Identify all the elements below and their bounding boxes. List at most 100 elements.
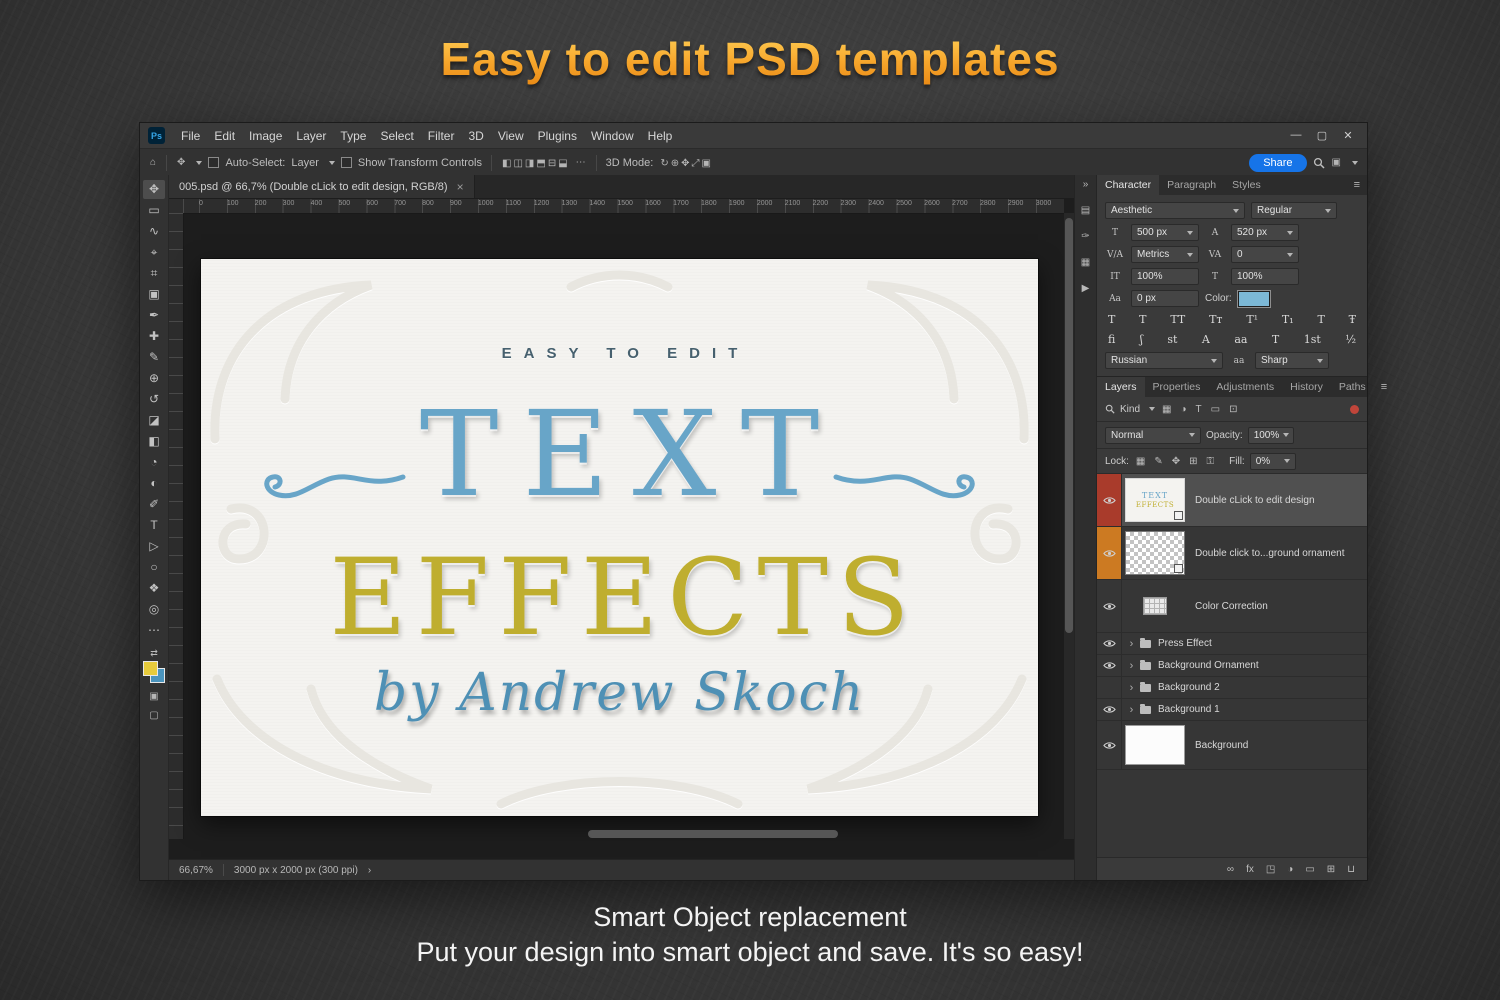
menu-window[interactable]: Window xyxy=(584,129,641,143)
blend-mode-select[interactable]: Normal xyxy=(1105,427,1201,444)
home-icon[interactable]: ⌂ xyxy=(149,157,157,168)
align-icon[interactable]: ⬓ xyxy=(557,158,568,169)
pen-tool[interactable]: ✐ xyxy=(143,495,165,514)
lock-transparent-icon[interactable]: ▦ xyxy=(1134,456,1147,467)
menu-image[interactable]: Image xyxy=(242,129,289,143)
workspace-icon[interactable]: ▣ xyxy=(1331,157,1342,168)
filter-toggle[interactable] xyxy=(1350,405,1359,414)
language-select[interactable]: Russian xyxy=(1105,352,1223,369)
lock-artboard-icon[interactable]: ⊞ xyxy=(1187,456,1199,467)
minimize-button[interactable]: — xyxy=(1283,129,1309,142)
menu-type[interactable]: Type xyxy=(333,129,373,143)
layer-name[interactable]: Background 1 xyxy=(1158,704,1220,715)
brush-tool[interactable]: ✎ xyxy=(143,348,165,367)
object-selection-tool[interactable]: ⌖ xyxy=(143,243,165,262)
layer-row-background[interactable]: Background xyxy=(1097,721,1367,770)
panel-strip-icon-4[interactable]: ▶ xyxy=(1082,283,1090,294)
filter-adjustment-layers-icon[interactable]: ◑ xyxy=(1178,404,1188,415)
share-button[interactable]: Share xyxy=(1249,154,1306,172)
layer-name[interactable]: Press Effect xyxy=(1158,638,1212,649)
horizontal-scrollbar[interactable] xyxy=(183,829,1064,839)
ligature-icon[interactable]: st xyxy=(1166,333,1178,346)
tab-layers[interactable]: Layers xyxy=(1097,377,1145,397)
layer-row-edit-design[interactable]: TEXT EFFECTS Double cLick to edit design xyxy=(1097,474,1367,527)
tab-paragraph[interactable]: Paragraph xyxy=(1159,175,1224,195)
auto-select-value[interactable]: Layer xyxy=(291,157,319,169)
ligature-icon[interactable]: 1st xyxy=(1303,333,1322,346)
tab-history[interactable]: History xyxy=(1282,377,1331,397)
layer-style-fx-icon[interactable]: fx xyxy=(1246,864,1254,875)
tab-properties[interactable]: Properties xyxy=(1145,377,1209,397)
healing-brush-tool[interactable]: ✚ xyxy=(143,327,165,346)
link-layers-icon[interactable]: ∞ xyxy=(1227,864,1234,875)
frame-tool[interactable]: ▣ xyxy=(143,285,165,304)
document-canvas[interactable]: EASY TO EDIT TEXT EFFECTS by Andrew Skoc… xyxy=(201,259,1038,816)
leading-field[interactable]: 520 px xyxy=(1231,224,1299,241)
tab-styles[interactable]: Styles xyxy=(1224,175,1269,195)
visibility-eye-icon[interactable] xyxy=(1103,549,1116,558)
visibility-eye-icon[interactable] xyxy=(1103,661,1116,670)
delete-layer-icon[interactable]: ⊔ xyxy=(1347,864,1355,875)
baseline-shift-field[interactable]: 0 px xyxy=(1131,290,1199,307)
layer-thumbnail[interactable] xyxy=(1125,531,1185,575)
visibility-eye-icon[interactable] xyxy=(1103,602,1116,611)
expand-chevron-icon[interactable]: › xyxy=(1125,682,1138,694)
text-format-icon[interactable]: T xyxy=(1316,313,1325,326)
tracking-field[interactable]: 0 xyxy=(1231,246,1299,263)
foreground-color-swatch[interactable] xyxy=(143,661,158,676)
text-format-icon[interactable]: TT xyxy=(1169,313,1186,326)
mode-icon[interactable]: ↻ xyxy=(659,158,669,169)
ligature-icon[interactable]: ʃ xyxy=(1139,333,1144,346)
vertical-scale-field[interactable]: 100% xyxy=(1131,268,1199,285)
show-transform-checkbox[interactable] xyxy=(341,157,352,168)
layer-thumbnail[interactable]: TEXT EFFECTS xyxy=(1125,478,1185,522)
font-style-select[interactable]: Regular xyxy=(1251,202,1337,219)
search-icon[interactable] xyxy=(1313,157,1325,169)
marquee-tool[interactable]: ▭ xyxy=(143,201,165,220)
clone-stamp-tool[interactable]: ⊕ xyxy=(143,369,165,388)
layer-name[interactable]: Background Ornament xyxy=(1158,660,1259,671)
antialias-select[interactable]: Sharp xyxy=(1255,352,1329,369)
vertical-scrollbar[interactable] xyxy=(1064,213,1074,839)
shape-tool[interactable]: ○ xyxy=(143,558,165,577)
text-color-swatch[interactable] xyxy=(1238,291,1270,307)
workspace-caret-icon[interactable] xyxy=(1352,161,1358,165)
visibility-eye-icon[interactable] xyxy=(1103,639,1116,648)
lock-position-icon[interactable]: ✥ xyxy=(1170,456,1182,467)
history-brush-tool[interactable]: ↺ xyxy=(143,390,165,409)
menu-view[interactable]: View xyxy=(491,129,531,143)
horizontal-scale-field[interactable]: 100% xyxy=(1231,268,1299,285)
layer-thumbnail[interactable] xyxy=(1125,725,1185,765)
eye-cell-hidden[interactable] xyxy=(1097,677,1122,698)
layer-name[interactable]: Background xyxy=(1195,740,1248,751)
adjustment-layer-button-icon[interactable]: ◑ xyxy=(1287,864,1293,875)
mode-icon[interactable]: ✥ xyxy=(680,158,690,169)
ligature-icon[interactable]: fi xyxy=(1107,333,1116,346)
expand-chevron-icon[interactable]: › xyxy=(1125,638,1138,650)
blur-tool[interactable]: ◔ xyxy=(143,453,165,472)
text-format-icon[interactable]: T xyxy=(1138,313,1147,326)
menu-edit[interactable]: Edit xyxy=(207,129,242,143)
document-tab[interactable]: 005.psd @ 66,7% (Double cLick to edit de… xyxy=(169,175,475,198)
text-format-icon[interactable]: Tᴛ xyxy=(1208,313,1223,326)
filter-smart-objects-icon[interactable]: ⊡ xyxy=(1227,404,1239,415)
ligature-icon[interactable]: ½ xyxy=(1344,333,1357,346)
mode-icon[interactable]: ⤢ xyxy=(691,158,701,169)
opacity-field[interactable]: 100% xyxy=(1248,427,1294,444)
layer-row-color-correction[interactable]: Color Correction xyxy=(1097,580,1367,633)
swap-colors-icon[interactable]: ⇄ xyxy=(150,648,158,659)
align-icon[interactable]: ⊟ xyxy=(547,158,557,169)
layer-row-background-ornament[interactable]: › Background Ornament xyxy=(1097,655,1367,677)
font-size-field[interactable]: 500 px xyxy=(1131,224,1199,241)
menu-plugins[interactable]: Plugins xyxy=(531,129,584,143)
maximize-button[interactable]: ▢ xyxy=(1309,129,1335,142)
menu-select[interactable]: Select xyxy=(373,129,420,143)
panel-strip-icon-2[interactable]: ✑ xyxy=(1081,231,1089,242)
visibility-eye-icon[interactable] xyxy=(1103,741,1116,750)
menu-layer[interactable]: Layer xyxy=(289,129,333,143)
panel-menu-icon[interactable]: ≡ xyxy=(1347,175,1367,195)
eraser-tool[interactable]: ◪ xyxy=(143,411,165,430)
zoom-tool[interactable]: ◎ xyxy=(143,600,165,619)
panel-menu-icon[interactable]: ≡ xyxy=(1374,377,1394,397)
move-tool[interactable]: ✥ xyxy=(143,180,165,199)
